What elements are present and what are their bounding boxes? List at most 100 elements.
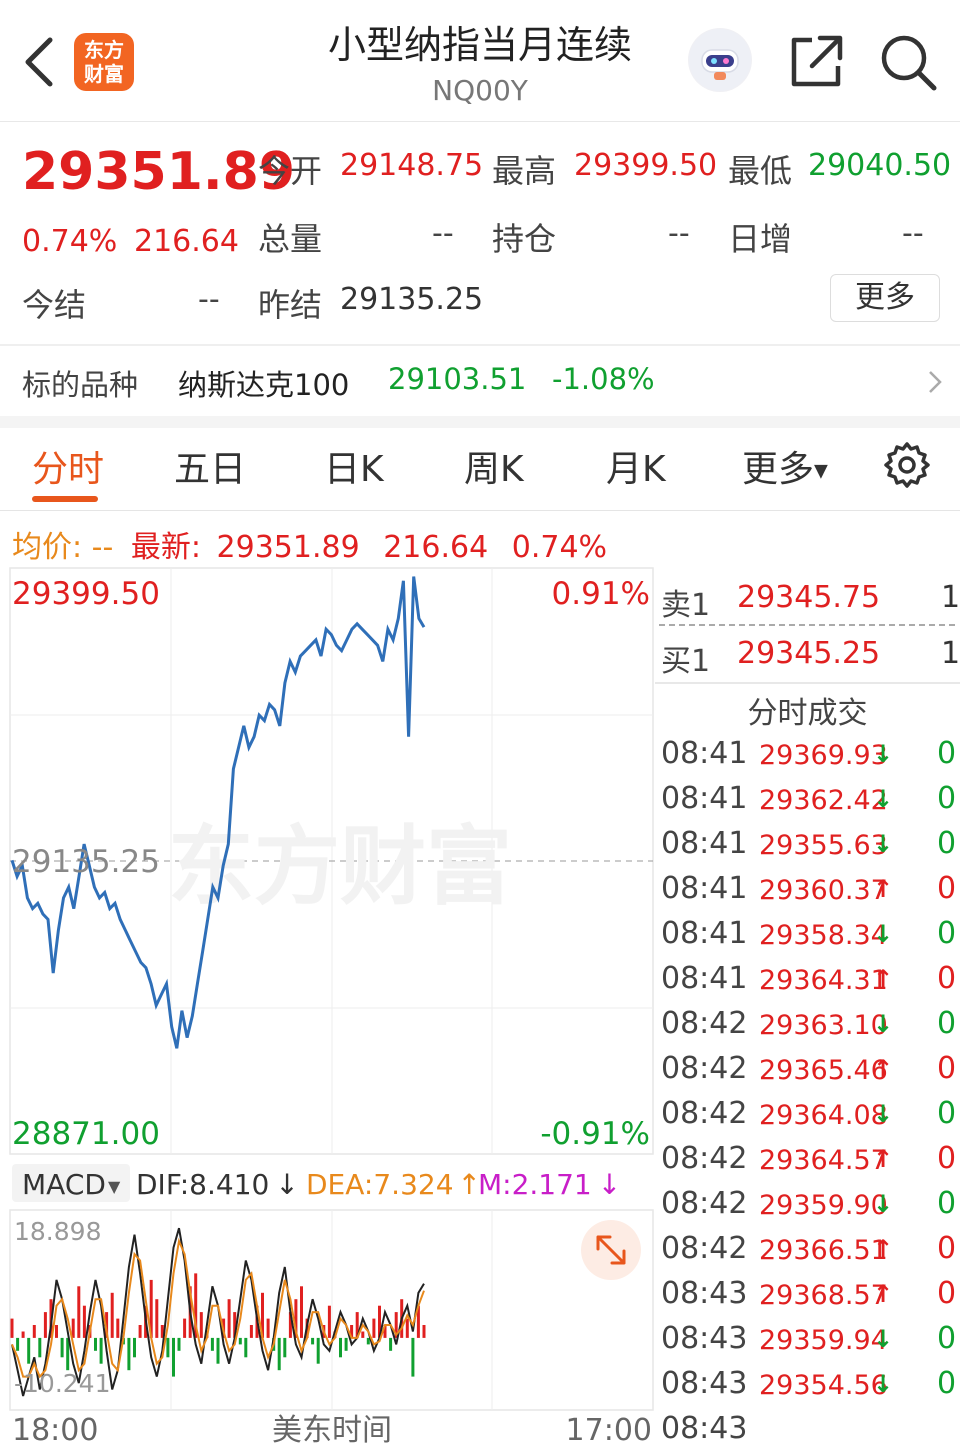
- trade-volume: 0: [937, 826, 957, 861]
- trade-time: 08:41: [661, 961, 748, 996]
- underlying-name: 纳斯达克100: [178, 368, 350, 402]
- trade-time: 08:41: [661, 781, 748, 816]
- trade-volume: 0: [937, 1006, 957, 1041]
- trade-price: 29359.94: [759, 1325, 888, 1356]
- ask-price: 29345.75: [737, 580, 881, 615]
- trade-direction: ↑: [873, 875, 894, 903]
- trade-row: 08:41 29362.42 ↓ 0: [661, 781, 960, 826]
- watermark: 东方财富: [168, 817, 512, 917]
- trade-volume: 0: [937, 871, 957, 906]
- trade-row: 08:41 29355.63 ↓ 0: [661, 826, 960, 871]
- search-icon[interactable]: [876, 30, 940, 94]
- trade-row: 08:42 29363.10 ↓ 0: [661, 1006, 960, 1051]
- trade-direction: ↑: [873, 1280, 894, 1308]
- x-axis-start: 18:00: [12, 1413, 98, 1448]
- trade-price: 29360.37: [759, 875, 888, 906]
- app-logo: 东方 财富: [74, 33, 134, 91]
- caret-down-icon: ▼: [814, 460, 828, 482]
- trade-price: 29364.31: [759, 965, 888, 996]
- trade-price: 29366.51: [759, 1235, 888, 1266]
- latest-label: 最新:: [130, 530, 201, 565]
- trade-time: 08:42: [661, 1051, 748, 1086]
- trade-direction: ↓: [873, 740, 894, 768]
- trade-time: 08:41: [661, 736, 748, 771]
- trade-row: 08:43 29359.94 ↓ 0: [661, 1321, 960, 1366]
- expand-icon[interactable]: [581, 1220, 641, 1280]
- tab-intraday[interactable]: 分时: [32, 440, 104, 492]
- trade-direction: ↑: [873, 1145, 894, 1173]
- trade-price: 29364.57: [759, 1145, 888, 1176]
- trade-price: 29354.56: [759, 1370, 888, 1401]
- tab-monthly-k[interactable]: 月K: [606, 440, 666, 492]
- logo-text-line2: 财富: [84, 62, 124, 86]
- trade-volume: 0: [937, 1186, 957, 1221]
- pct-axis-top: 0.91%: [552, 576, 650, 612]
- trade-row: 08:42 29364.57 ↑ 0: [661, 1141, 960, 1186]
- open-value: 29148.75: [340, 148, 484, 183]
- macd-dif: DIF:8.410 ↓: [136, 1168, 299, 1201]
- daily-increase-value: --: [902, 216, 924, 251]
- trade-row: 08:43 29354.56 ↓ 0: [661, 1366, 960, 1411]
- last-price: 29351.89: [22, 142, 296, 202]
- trade-price: 29365.46: [759, 1055, 888, 1086]
- trade-volume: 0: [937, 1366, 957, 1401]
- trade-price: 29362.42: [759, 785, 888, 816]
- trade-price: 29368.57: [759, 1280, 888, 1311]
- active-tab-indicator: [32, 496, 98, 502]
- underlying-row[interactable]: 标的品种 纳斯达克100 29103.51 -1.08%: [0, 346, 960, 416]
- intraday-chart[interactable]: 东方财富 29399.50 29135.25 28871.00 0.91% -0…: [0, 566, 655, 1454]
- trade-row: 08:42 29366.51 ↑ 0: [661, 1231, 960, 1276]
- assistant-robot-icon[interactable]: [688, 28, 752, 92]
- trade-volume: 0: [937, 1276, 957, 1311]
- tab-weekly-k[interactable]: 周K: [464, 440, 524, 492]
- underlying-change: -1.08%: [552, 362, 655, 396]
- tab-more-label: 更多: [742, 449, 815, 490]
- low-label: 最低: [728, 152, 793, 190]
- underlying-value: 29103.51: [388, 362, 527, 396]
- y-axis-top: 29399.50: [12, 576, 160, 612]
- trade-direction: ↓: [873, 920, 894, 948]
- trade-time: 08:41: [661, 826, 748, 861]
- trade-time: 08:43: [661, 1321, 748, 1356]
- trade-direction: ↓: [873, 1325, 894, 1353]
- trade-direction: ↑: [873, 1235, 894, 1263]
- divider: [0, 510, 960, 511]
- settings-gear-icon[interactable]: [882, 440, 932, 490]
- trade-volume: 0: [937, 1096, 957, 1131]
- share-icon[interactable]: [786, 32, 846, 92]
- trade-time: 08:43: [661, 1411, 748, 1446]
- trade-price: 29364.08: [759, 1100, 888, 1131]
- x-axis-mid: 美东时间: [272, 1413, 392, 1448]
- ask-row: 卖1 29345.75 1: [661, 580, 960, 630]
- divider: [655, 682, 960, 684]
- change-percent: 0.74%: [22, 224, 118, 259]
- tab-daily-k[interactable]: 日K: [324, 440, 384, 492]
- bid-label: 买1: [661, 644, 711, 679]
- price-line: [10, 576, 426, 1049]
- latest-change: 216.64: [383, 530, 489, 565]
- trade-time: 08:43: [661, 1366, 748, 1401]
- latest-change-pct: 0.74%: [511, 530, 608, 565]
- chart-info-line: 均价: -- 最新: 29351.89 216.64 0.74%: [12, 522, 607, 566]
- high-value: 29399.50: [574, 148, 718, 183]
- macd-dea: DEA:7.324 ↑: [306, 1168, 481, 1201]
- bid-row: 买1 29345.25 1: [661, 636, 960, 686]
- tab-five-day[interactable]: 五日: [174, 440, 246, 492]
- trade-price: 29359.90: [759, 1190, 888, 1221]
- trade-volume: 0: [937, 1231, 957, 1266]
- tab-more[interactable]: 更多▼: [742, 440, 828, 492]
- macd-m: M:2.171 ↓: [478, 1168, 621, 1201]
- trade-time: 08:42: [661, 1096, 748, 1131]
- y-axis-bottom: 28871.00: [12, 1116, 160, 1152]
- bid-volume: 1: [941, 636, 960, 671]
- trade-row: 08:41 29358.34 ↓ 0: [661, 916, 960, 961]
- prev-settle-label: 昨结: [258, 286, 323, 324]
- trade-volume: 0: [937, 781, 957, 816]
- prev-settle-value: 29135.25: [340, 282, 484, 317]
- trade-direction: ↓: [873, 1100, 894, 1128]
- more-quote-button[interactable]: 更多: [830, 274, 940, 322]
- avg-value: --: [91, 530, 114, 565]
- trade-row: 08:41 29369.93 ↓ 0: [661, 736, 960, 781]
- chevron-left-icon[interactable]: [18, 32, 62, 92]
- latest-value: 29351.89: [216, 530, 360, 565]
